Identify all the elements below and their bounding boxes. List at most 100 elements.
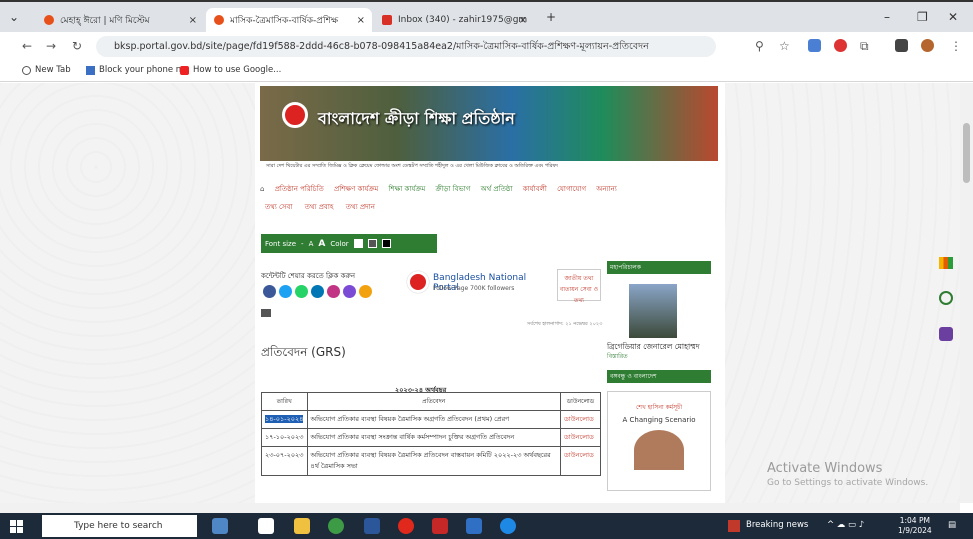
color-gray-button[interactable]	[367, 239, 377, 248]
gmail-icon	[382, 15, 392, 25]
font-decrease-button[interactable]: -	[301, 240, 304, 248]
close-tab-icon[interactable]: ×	[189, 15, 197, 26]
news-icon[interactable]	[728, 520, 740, 532]
menu-item[interactable]: তথ্য সেবা	[265, 203, 292, 211]
portal-link-box[interactable]: জাতীয় তথ্য বাতায়ন সেবা ও তথ্য	[557, 269, 601, 304]
menu-item[interactable]: অর্থ প্রতিষ্ঠা	[481, 185, 513, 193]
book-cover[interactable]: শেখ হাসিনা কর্মসূচী A Changing Scenario	[607, 391, 711, 491]
zoom-icon[interactable]: ⚲	[755, 39, 764, 53]
side-panel-icon[interactable]	[895, 39, 908, 52]
windows-start-icon[interactable]	[10, 520, 23, 533]
tab-1[interactable]: মেহাহ্ ঈরো | মণি মিস্টেম ×	[36, 8, 204, 32]
menu-item[interactable]: যোগাযোগ	[557, 185, 586, 193]
word-icon[interactable]	[364, 518, 380, 534]
web-page: বাংলাদেশ ক্রীড়া শিক্ষা প্রতিষ্ঠান সারা …	[0, 83, 960, 503]
twitter-icon[interactable]	[279, 285, 292, 298]
menu-item[interactable]: শিক্ষা কার্যক্রম	[388, 185, 425, 193]
clock[interactable]: 1:04 PM 1/9/2024	[898, 516, 932, 536]
menu-item[interactable]: তথ্য প্রবাহ	[305, 203, 334, 211]
menu-item[interactable]: কার্যাবলী	[523, 185, 547, 193]
font-normal-button[interactable]: A	[309, 240, 314, 248]
tab-2[interactable]: মাসিক-ত্রৈমাসিক-বার্ষিক-প্রশিক্ষ ×	[206, 8, 372, 32]
download-link[interactable]: ডাউনলোড	[560, 446, 601, 476]
chat-icon[interactable]	[939, 291, 953, 305]
viber-icon[interactable]	[343, 285, 356, 298]
bookmark-block-phone[interactable]: Block your phone n...	[86, 65, 189, 75]
tray-icons[interactable]: ^ ☁ ▭ ♪	[827, 520, 864, 530]
app-icon[interactable]	[466, 518, 482, 534]
menu-kebab-icon[interactable]: ⋮	[950, 39, 962, 53]
taskbar-search[interactable]: Type here to search	[42, 515, 197, 537]
dg-more-link[interactable]: বিস্তারিত	[607, 352, 711, 362]
info-icon[interactable]	[939, 327, 953, 341]
globe-icon	[22, 65, 31, 75]
close-window-icon[interactable]: ✕	[948, 10, 958, 24]
portrait-image	[634, 430, 684, 470]
chart-icon[interactable]	[939, 257, 953, 269]
last-updated: সর্বশেষ হালনাগাদ: ২১ নভেম্বর ২০২৩	[527, 321, 603, 327]
news-label[interactable]: Breaking news	[746, 520, 808, 530]
download-link[interactable]: ডাউনলোড	[560, 428, 601, 447]
home-icon[interactable]: ⌂	[260, 185, 264, 193]
profile-avatar[interactable]	[921, 39, 934, 52]
menu-item[interactable]: অন্যান্য	[596, 185, 617, 193]
app-icon[interactable]	[500, 518, 516, 534]
close-tab-icon[interactable]: ×	[519, 15, 527, 26]
tab-list-icon[interactable]: ⌄	[9, 10, 19, 24]
linkedin-icon[interactable]	[311, 285, 324, 298]
restore-icon[interactable]: ❐	[917, 10, 928, 24]
opera-icon[interactable]	[398, 518, 414, 534]
font-size-label: Font size	[265, 239, 297, 248]
bookmark-star-icon[interactable]: ☆	[779, 39, 790, 53]
font-increase-button[interactable]: A	[318, 239, 325, 249]
new-tab-button[interactable]: +	[546, 10, 556, 24]
back-icon[interactable]: ←	[22, 39, 32, 53]
vertical-scrollbar[interactable]	[960, 83, 973, 503]
url-input[interactable]: bksp.portal.gov.bd/site/page/fd19f588-2d…	[96, 36, 716, 57]
banner-title: বাংলাদেশ ক্রীড়া শিক্ষা প্রতিষ্ঠান	[318, 109, 515, 128]
bksp-logo	[282, 102, 308, 128]
file-explorer-icon[interactable]	[294, 518, 310, 534]
sub-menu: তথ্য সেবা তথ্য প্রবাহ তথ্য প্রদান	[265, 201, 385, 213]
minimize-icon[interactable]: –	[884, 10, 890, 24]
color-black-button[interactable]	[381, 239, 391, 248]
facebook-icon[interactable]	[263, 285, 276, 298]
menu-item[interactable]: তথ্য প্রদান	[346, 203, 375, 211]
activate-windows-sub: Go to Settings to activate Windows.	[767, 478, 929, 488]
task-view-icon[interactable]	[258, 518, 274, 534]
tab-3[interactable]: Inbox (340) - zahir1975@gm ×	[374, 8, 534, 32]
print-icon[interactable]	[261, 309, 271, 317]
whatsapp-icon[interactable]	[295, 285, 308, 298]
app-icon[interactable]	[432, 518, 448, 534]
table-row: ১৪-০১-২০২৪ অভিযোগ প্রতিকার ব্যবস্থা বিষয…	[261, 410, 601, 429]
portal-sub: Follow Page 700K followers	[433, 285, 515, 292]
extensions-puzzle-icon[interactable]: ⧉	[860, 39, 869, 54]
notification-icon[interactable]: ▤	[948, 520, 956, 530]
taskbar: Type here to search Breaking news ^ ☁ ▭ …	[0, 513, 973, 539]
clock-date: 1/9/2024	[898, 526, 932, 535]
tab-bar: ⌄ মেহাহ্ ঈরো | মণি মিস্টেম × মাসিক-ত্রৈম…	[0, 0, 973, 32]
col-date: তারিখ	[261, 392, 308, 411]
scroll-thumb[interactable]	[963, 123, 970, 183]
close-tab-icon[interactable]: ×	[357, 15, 365, 26]
reload-icon[interactable]: ↻	[72, 39, 82, 53]
messenger-icon[interactable]	[327, 285, 340, 298]
share-icon[interactable]	[359, 285, 372, 298]
download-link[interactable]: ডাউনলোড	[560, 410, 601, 429]
book-subtitle: A Changing Scenario	[622, 416, 696, 424]
extension-icon[interactable]	[834, 39, 847, 52]
national-portal-widget[interactable]: Bangladesh National Portal Follow Page 7…	[407, 271, 547, 299]
bookmark-label: How to use Google...	[193, 65, 282, 75]
menu-item[interactable]: প্রশিক্ষণ কার্যক্রম	[334, 185, 378, 193]
color-white-button[interactable]	[353, 239, 363, 248]
extension-icon[interactable]	[808, 39, 821, 52]
bookmark-youtube[interactable]: How to use Google...	[180, 65, 281, 75]
horizontal-scrollbar[interactable]	[0, 503, 960, 513]
page-title: প্রতিবেদন (GRS)	[261, 345, 346, 359]
bookmark-new-tab[interactable]: New Tab	[22, 65, 71, 75]
taskbar-app-icon[interactable]	[212, 518, 228, 534]
menu-item[interactable]: ক্রীড়া বিভাগ	[436, 185, 471, 193]
chrome-icon[interactable]	[328, 518, 344, 534]
menu-item[interactable]: প্রতিষ্ঠান পরিচিতি	[275, 185, 324, 193]
forward-icon[interactable]: →	[46, 39, 56, 53]
